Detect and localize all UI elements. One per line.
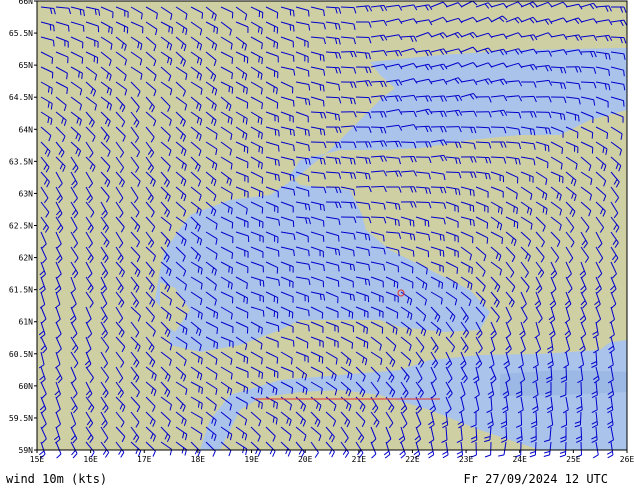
- lon-tick-label: 21E: [352, 455, 367, 464]
- lat-tick-label: 60.5N: [9, 350, 33, 359]
- lon-tick-label: 26E: [620, 455, 634, 464]
- lat-tick-label: 59.5N: [9, 414, 33, 423]
- lat-tick-label: 59N: [19, 446, 34, 455]
- lat-tick-label: 61.5N: [9, 286, 33, 295]
- lat-tick-label: 63N: [19, 189, 34, 198]
- lat-tick-label: 63.5N: [9, 157, 33, 166]
- lon-tick-label: 17E: [137, 455, 152, 464]
- lon-tick-label: 19E: [244, 455, 259, 464]
- lon-tick-label: 15E: [30, 455, 45, 464]
- wind-map: 59N 59.5N 60N 60.5N 61N 61.5N 62N 62.5N 63N 63.5N…: [9, 0, 634, 464]
- lon-tick-label: 22E: [405, 455, 420, 464]
- lat-tick-label: 61N: [19, 318, 34, 327]
- lat-tick-label: 62N: [19, 254, 34, 263]
- lon-tick-label: 23E: [459, 455, 474, 464]
- lat-tick-label: 65N: [19, 61, 34, 70]
- map-timestamp: Fr 27/09/2024 12 UTC: [463, 472, 609, 486]
- lat-tick-label: 64N: [19, 125, 34, 134]
- lat-tick-label: 60N: [19, 382, 34, 391]
- lat-tick-label: 66N: [19, 0, 34, 6]
- lat-tick-label: 64.5N: [9, 93, 33, 102]
- map-variable-label: wind 10m (kts): [6, 472, 108, 486]
- lon-tick-label: 18E: [191, 455, 206, 464]
- lat-tick-label: 65.5N: [9, 29, 33, 38]
- lat-tick-label: 62.5N: [9, 222, 33, 231]
- lon-tick-label: 20E: [298, 455, 313, 464]
- lon-tick-label: 24E: [513, 455, 528, 464]
- lon-tick-label: 16E: [83, 455, 98, 464]
- lon-tick-label: 25E: [566, 455, 581, 464]
- latitude-axis: 59N 59.5N 60N 60.5N 61N 61.5N 62N 62.5N 63N 63.5N…: [9, 0, 37, 455]
